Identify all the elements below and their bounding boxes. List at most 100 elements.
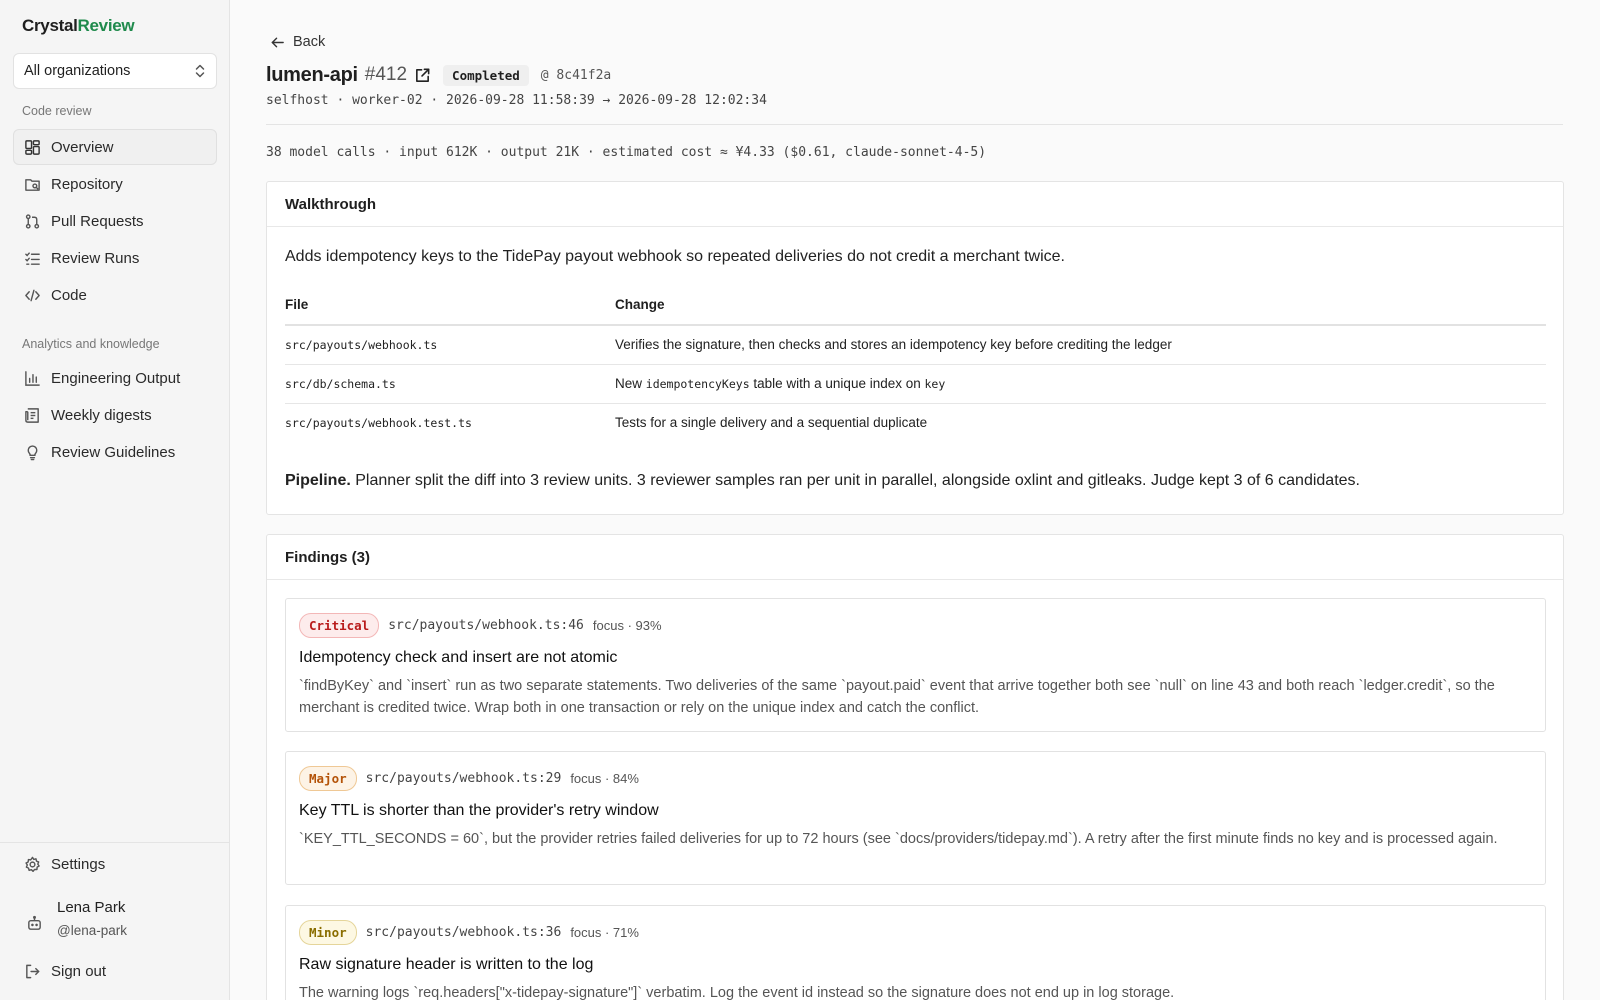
finding-focus: focus · 93% <box>592 617 662 633</box>
organization-select[interactable]: All organizations <box>13 53 217 89</box>
finding-location[interactable]: src/payouts/webhook.ts:36 <box>366 925 562 940</box>
brand-name-part1: Crystal <box>22 16 78 35</box>
sidebar-item-label: Pull Requests <box>51 212 144 230</box>
finding-focus: focus · 71% <box>570 924 639 940</box>
sidebar-item-weekly-digests[interactable]: Weekly digests <box>13 397 217 433</box>
organization-select-value: All organizations <box>24 63 131 79</box>
sidebar-item-label: Review Runs <box>51 249 140 267</box>
files-table: File Change src/payouts/webhook.ts Verif… <box>285 285 1546 442</box>
file-path: src/db/schema.ts <box>285 364 615 404</box>
sidebar-item-label: Review Guidelines <box>51 443 176 461</box>
table-header-row: File Change <box>285 285 1546 326</box>
bar-chart-icon <box>25 370 40 386</box>
pr-number: #412 <box>364 64 408 85</box>
repository-icon <box>25 178 40 191</box>
sidebar-item-repository[interactable]: Repository <box>13 166 217 202</box>
cost-summary: 38 model calls · input 612K · output 21K… <box>266 145 987 160</box>
user-name: Lena Park <box>57 899 126 916</box>
finding-location[interactable]: src/payouts/webhook.ts:29 <box>366 771 562 786</box>
sidebar-item-label: Repository <box>51 175 123 193</box>
sidebar-item-review-guidelines[interactable]: Review Guidelines <box>13 434 217 470</box>
table-row: src/db/schema.ts New idempotencyKeys tab… <box>285 364 1546 404</box>
brand-logo[interactable]: CrystalReview <box>22 16 135 36</box>
file-path: src/payouts/webhook.test.ts <box>285 415 472 430</box>
sidebar-item-settings[interactable]: Settings <box>13 846 217 882</box>
chevron-up-down-icon <box>195 64 205 78</box>
section-label-analytics: Analytics and knowledge <box>22 337 160 351</box>
sidebar-item-label: Engineering Output <box>51 369 181 387</box>
pull-request-icon <box>25 213 40 229</box>
pipeline-text: Planner split the diff into 3 review uni… <box>355 472 1360 489</box>
finding-body: The warning logs `req.headers["x-tidepay… <box>299 985 1175 1000</box>
table-row: src/payouts/webhook.ts Verifies the sign… <box>285 325 1546 365</box>
sidebar-item-engineering-output[interactable]: Engineering Output <box>13 360 217 396</box>
checklist-icon <box>25 251 40 265</box>
finding-header: Critical src/payouts/webhook.ts:46 focus… <box>299 612 662 638</box>
sidebar: CrystalReview All organizations Code rev… <box>0 0 230 1000</box>
finding-header: Minor src/payouts/webhook.ts:36 focus · … <box>299 919 639 945</box>
gear-icon <box>25 856 40 872</box>
inline-code: key <box>924 377 946 391</box>
sidebar-item-label: Weekly digests <box>51 406 152 424</box>
sidebar-item-review-runs[interactable]: Review Runs <box>13 240 217 276</box>
finding-title: Raw signature header is written to the l… <box>299 956 594 973</box>
sidebar-item-label: Code <box>51 286 87 304</box>
findings-title: Findings (3) <box>267 535 1563 580</box>
sidebar-item-overview[interactable]: Overview <box>13 129 217 165</box>
sidebar-item-label: Settings <box>51 855 106 873</box>
column-header-file: File <box>285 285 615 326</box>
divider <box>266 124 1563 125</box>
user-handle: @lena-park <box>57 923 127 938</box>
run-meta: selfhost · worker-02 · 2026-09-28 11:58:… <box>266 93 767 108</box>
finding-location[interactable]: src/payouts/webhook.ts:46 <box>388 618 584 633</box>
finding-focus: focus · 84% <box>570 770 639 786</box>
pipeline-label: Pipeline. <box>285 472 351 489</box>
finding-item[interactable]: Major src/payouts/webhook.ts:29 focus · … <box>285 751 1546 885</box>
severity-badge: Critical <box>299 612 380 638</box>
bot-avatar-icon <box>28 915 41 930</box>
finding-body: `KEY_TTL_SECONDS = 60`, but the provider… <box>299 831 1498 847</box>
sign-out-button[interactable]: Sign out <box>13 953 217 989</box>
overview-grid-icon <box>25 139 40 155</box>
sidebar-item-code[interactable]: Code <box>13 277 217 313</box>
main-content: Back lumen-api #412 Completed @ 8c41f2a … <box>266 0 1566 1000</box>
inline-code: idempotencyKeys <box>645 377 750 391</box>
severity-badge: Major <box>299 765 357 791</box>
table-row: src/payouts/webhook.test.ts Tests for a … <box>285 403 1546 442</box>
change-text: New <box>615 376 646 391</box>
section-label-code-review: Code review <box>22 104 92 118</box>
back-label: Back <box>293 34 326 50</box>
finding-header: Major src/payouts/webhook.ts:29 focus · … <box>299 765 639 791</box>
arrow-left-icon <box>271 37 284 47</box>
page-title-row: lumen-api #412 Completed @ 8c41f2a <box>266 62 611 88</box>
sidebar-item-label: Overview <box>51 138 114 156</box>
finding-item[interactable]: Critical src/payouts/webhook.ts:46 focus… <box>285 598 1546 732</box>
file-path: src/payouts/webhook.ts <box>285 325 615 365</box>
walkthrough-card: Walkthrough Adds idempotency keys to the… <box>266 181 1564 515</box>
walkthrough-summary: Adds idempotency keys to the TidePay pay… <box>285 248 1065 265</box>
file-change: New idempotencyKeys table with a unique … <box>615 364 1546 404</box>
back-link[interactable]: Back <box>270 34 325 50</box>
code-icon <box>25 289 40 301</box>
lightbulb-icon <box>27 444 38 460</box>
column-header-change: Change <box>615 285 1546 326</box>
severity-badge: Minor <box>299 919 357 945</box>
sidebar-item-pull-requests[interactable]: Pull Requests <box>13 203 217 239</box>
findings-card: Findings (3) Critical src/payouts/webhoo… <box>266 534 1564 1000</box>
walkthrough-title: Walkthrough <box>267 182 1563 227</box>
sidebar-item-label: Sign out <box>51 962 107 980</box>
brand-name-part2: Review <box>77 16 135 35</box>
finding-item[interactable]: Minor src/payouts/webhook.ts:36 focus · … <box>285 905 1546 1000</box>
digest-icon <box>25 407 39 423</box>
external-link-icon[interactable] <box>414 67 431 84</box>
pipeline-summary: Pipeline. Planner split the diff into 3 … <box>285 472 1360 490</box>
file-change: Verifies the signature, then checks and … <box>615 325 1546 365</box>
change-text: table with a unique index on <box>749 376 925 391</box>
finding-title: Key TTL is shorter than the provider's r… <box>299 802 659 819</box>
finding-body: `findByKey` and `insert` run as two sepa… <box>299 678 1495 716</box>
sign-out-icon <box>26 964 40 978</box>
status-badge: Completed <box>443 64 529 86</box>
sidebar-footer: Settings Lena Park @lena-park Sign out <box>0 842 230 1000</box>
commit-hash: @ 8c41f2a <box>540 67 612 83</box>
repo-name: lumen-api <box>266 63 358 86</box>
